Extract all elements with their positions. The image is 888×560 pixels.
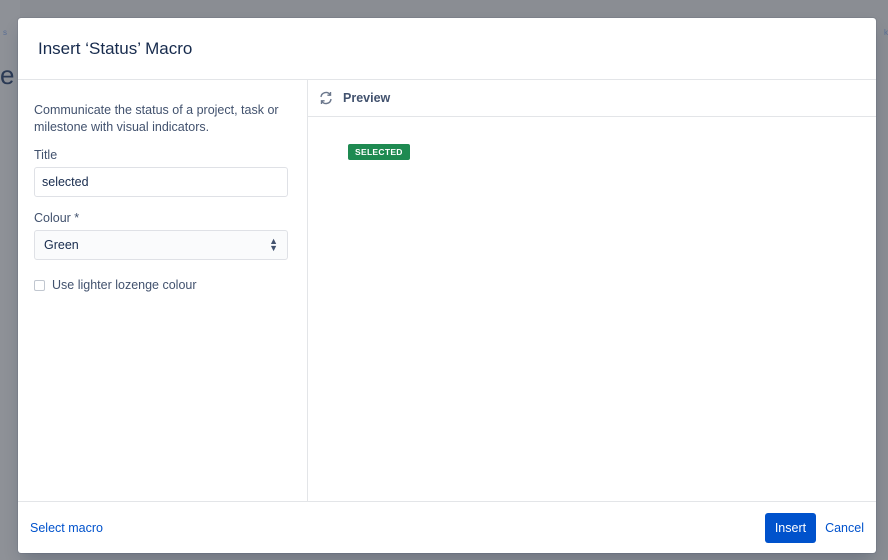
dialog-body: Communicate the status of a project, tas… (18, 80, 876, 501)
macro-description: Communicate the status of a project, tas… (34, 103, 279, 134)
preview-header: Preview (308, 80, 876, 117)
dialog-title: Insert ‘Status’ Macro (38, 38, 193, 58)
cancel-link[interactable]: Cancel (825, 521, 864, 535)
dialog-footer: Select macro Insert Cancel (18, 501, 876, 553)
select-macro-link[interactable]: Select macro (30, 521, 103, 535)
dialog-header: Insert ‘Status’ Macro (18, 18, 876, 80)
colour-select-value: Green (44, 238, 79, 252)
colour-select[interactable]: Green ▲ ▼ (34, 230, 288, 260)
preview-area: SELECTED (308, 117, 876, 501)
select-arrows-icon: ▲ ▼ (269, 236, 278, 253)
footer-actions: Insert Cancel (764, 512, 864, 543)
insert-button[interactable]: Insert (764, 512, 817, 543)
title-label: Title (34, 148, 58, 162)
background-text-fragment: s (3, 28, 7, 37)
title-input[interactable] (34, 167, 288, 197)
background-heading-fragment: e (0, 60, 15, 90)
lighter-colour-label: Use lighter lozenge colour (52, 278, 197, 292)
preview-label: Preview (343, 91, 391, 105)
lighter-colour-checkbox[interactable] (34, 279, 45, 291)
status-lozenge: SELECTED (348, 144, 410, 160)
insert-status-macro-dialog: Insert ‘Status’ Macro Communicate the st… (18, 18, 876, 553)
lighter-colour-option: Use lighter lozenge colour (34, 278, 287, 292)
macro-settings-panel: Communicate the status of a project, tas… (18, 80, 308, 501)
preview-panel: Preview SELECTED (308, 80, 876, 501)
background-text-fragment-right: k (884, 28, 888, 37)
refresh-icon[interactable] (318, 90, 334, 106)
colour-label: Colour * (34, 211, 80, 225)
